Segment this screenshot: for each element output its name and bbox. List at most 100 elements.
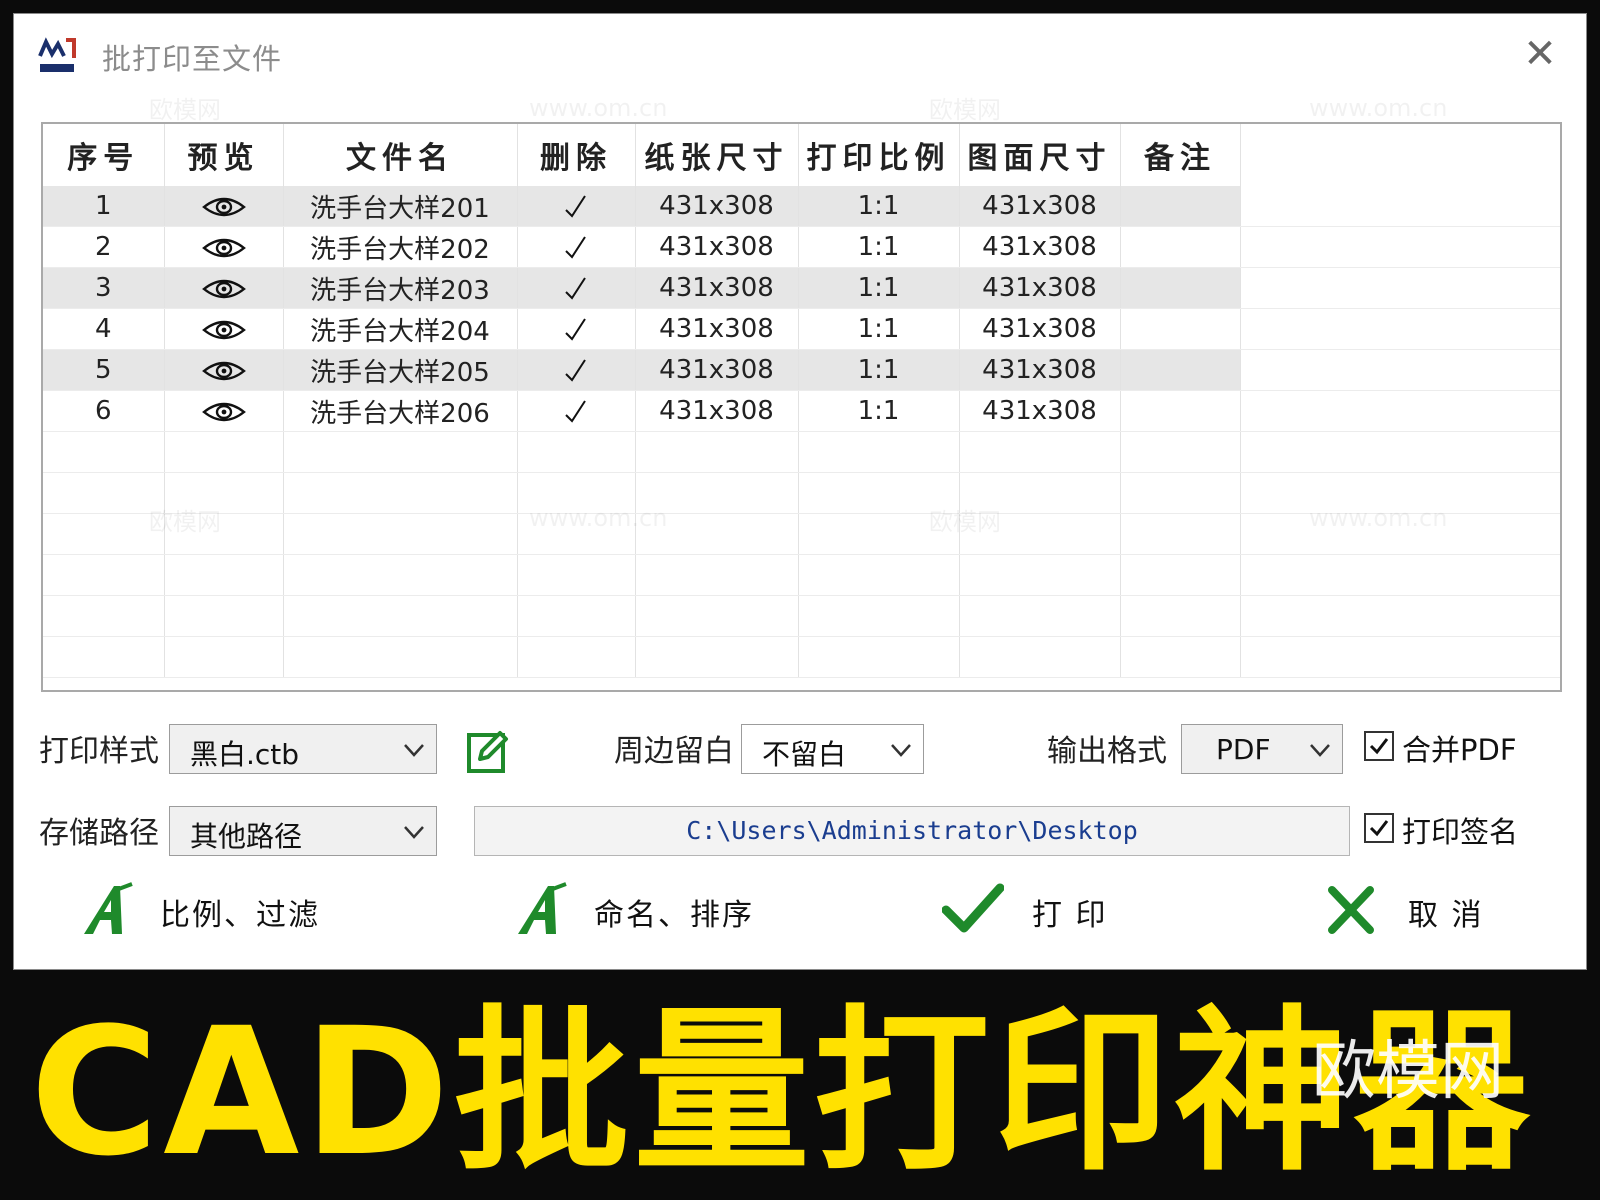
empty-cell xyxy=(1240,595,1560,637)
save-path-field[interactable]: C:\Users\Administrator\Desktop xyxy=(474,806,1350,856)
empty-cell xyxy=(959,595,1121,637)
table-row[interactable]: 5 洗手台大样205 431x308 1:1 431x308 xyxy=(43,349,1560,391)
scale-filter-button[interactable]: 比例、过滤 xyxy=(80,876,380,946)
table-header-row: 序号 预览 文件名 删除 纸张尺寸 打印比例 图面尺寸 备注 xyxy=(43,124,1560,186)
check-icon[interactable] xyxy=(564,355,588,385)
delete-cell[interactable] xyxy=(517,267,636,309)
cell-remark[interactable] xyxy=(1120,226,1241,268)
delete-cell[interactable] xyxy=(517,186,636,227)
empty-cell xyxy=(1240,513,1560,555)
check-icon[interactable] xyxy=(564,191,588,221)
eye-icon[interactable] xyxy=(201,314,246,344)
column-header-drawing-size[interactable]: 图面尺寸 xyxy=(959,124,1121,186)
cell-index: 2 xyxy=(43,226,165,268)
empty-cell xyxy=(798,636,960,678)
print-style-select[interactable]: 黑白.ctb xyxy=(169,724,437,774)
save-path-text: C:\Users\Administrator\Desktop xyxy=(686,816,1138,845)
preview-cell[interactable] xyxy=(164,226,284,268)
close-button[interactable]: ✕ xyxy=(1518,32,1562,76)
cell-remark[interactable] xyxy=(1120,308,1241,350)
edit-style-icon[interactable] xyxy=(466,729,510,775)
cancel-button[interactable]: 取 消 xyxy=(1324,876,1544,946)
cell-filename: 洗手台大样206 xyxy=(283,390,518,432)
preview-cell[interactable] xyxy=(164,349,284,391)
table-row[interactable]: 6 洗手台大样206 431x308 1:1 431x308 xyxy=(43,390,1560,432)
check-icon[interactable] xyxy=(564,232,588,262)
empty-cell xyxy=(164,472,284,514)
cell-filename: 洗手台大样204 xyxy=(283,308,518,350)
delete-cell[interactable] xyxy=(517,308,636,350)
column-header-scale[interactable]: 打印比例 xyxy=(798,124,960,186)
cell-filler xyxy=(1240,308,1560,350)
print-signature-checkbox[interactable]: 打印签名 xyxy=(1364,809,1544,849)
check-icon[interactable] xyxy=(564,396,588,426)
empty-cell xyxy=(517,472,636,514)
batch-print-dialog: 批打印至文件 ✕ 序号 预览 文件名 删除 纸张尺寸 打印比例 图面尺寸 备注 xyxy=(13,13,1587,970)
chevron-down-icon xyxy=(404,826,424,839)
delete-cell[interactable] xyxy=(517,226,636,268)
title-bar: 批打印至文件 ✕ xyxy=(14,14,1586,100)
preview-cell[interactable] xyxy=(164,267,284,309)
empty-cell xyxy=(635,431,799,473)
merge-pdf-label: 合并PDF xyxy=(1402,733,1517,767)
cell-remark[interactable] xyxy=(1120,186,1241,227)
empty-row xyxy=(43,554,1560,596)
cell-filler xyxy=(1240,349,1560,391)
empty-row xyxy=(43,513,1560,555)
empty-cell xyxy=(283,554,518,596)
cell-paper-size: 431x308 xyxy=(635,267,799,309)
cell-paper-size: 431x308 xyxy=(635,390,799,432)
preview-cell[interactable] xyxy=(164,308,284,350)
empty-cell xyxy=(798,595,960,637)
empty-cell xyxy=(283,595,518,637)
save-path-select[interactable]: 其他路径 xyxy=(169,806,437,856)
column-header-delete[interactable]: 删除 xyxy=(517,124,636,186)
column-header-preview[interactable]: 预览 xyxy=(164,124,284,186)
cell-index: 1 xyxy=(43,186,165,227)
margin-select[interactable]: 不留白 xyxy=(741,724,924,774)
empty-cell xyxy=(1240,554,1560,596)
cell-remark[interactable] xyxy=(1120,390,1241,432)
empty-cell xyxy=(164,636,284,678)
empty-cell xyxy=(1120,513,1241,555)
column-header-remark[interactable]: 备注 xyxy=(1120,124,1241,186)
empty-row xyxy=(43,472,1560,514)
preview-cell[interactable] xyxy=(164,390,284,432)
cell-remark[interactable] xyxy=(1120,267,1241,309)
delete-cell[interactable] xyxy=(517,349,636,391)
a-letter-icon xyxy=(84,882,133,934)
column-header-paper-size[interactable]: 纸张尺寸 xyxy=(635,124,799,186)
save-path-value: 其他路径 xyxy=(190,820,303,853)
table-row[interactable]: 2 洗手台大样202 431x308 1:1 431x308 xyxy=(43,226,1560,268)
cell-index: 4 xyxy=(43,308,165,350)
preview-cell[interactable] xyxy=(164,186,284,227)
check-icon[interactable] xyxy=(564,314,588,344)
eye-icon[interactable] xyxy=(201,273,246,303)
cancel-label: 取 消 xyxy=(1408,898,1484,933)
empty-cell xyxy=(43,431,165,473)
cell-remark[interactable] xyxy=(1120,349,1241,391)
eye-icon[interactable] xyxy=(201,396,246,426)
rename-sort-button[interactable]: 命名、排序 xyxy=(514,876,814,946)
column-header-filename[interactable]: 文件名 xyxy=(283,124,518,186)
output-format-select[interactable]: PDF xyxy=(1181,724,1343,774)
merge-pdf-checkbox[interactable]: 合并PDF xyxy=(1364,727,1544,767)
column-header-index[interactable]: 序号 xyxy=(43,124,165,186)
empty-cell xyxy=(1120,595,1241,637)
bitool-logo-icon xyxy=(38,37,76,72)
print-button[interactable]: 打 印 xyxy=(942,876,1202,946)
print-style-label: 打印样式 xyxy=(39,734,159,769)
table-row[interactable]: 3 洗手台大样203 431x308 1:1 431x308 xyxy=(43,267,1560,309)
eye-icon[interactable] xyxy=(201,232,246,262)
empty-cell xyxy=(283,472,518,514)
margin-value: 不留白 xyxy=(762,738,847,771)
delete-cell[interactable] xyxy=(517,390,636,432)
eye-icon[interactable] xyxy=(201,355,246,385)
table-row[interactable]: 4 洗手台大样204 431x308 1:1 431x308 xyxy=(43,308,1560,350)
table-row[interactable]: 1 洗手台大样201 431x308 1:1 431x308 xyxy=(43,186,1560,227)
cell-drawing-size: 431x308 xyxy=(959,186,1121,227)
check-icon[interactable] xyxy=(564,273,588,303)
eye-icon[interactable] xyxy=(201,191,246,221)
cell-index: 3 xyxy=(43,267,165,309)
print-signature-label: 打印签名 xyxy=(1402,815,1519,849)
